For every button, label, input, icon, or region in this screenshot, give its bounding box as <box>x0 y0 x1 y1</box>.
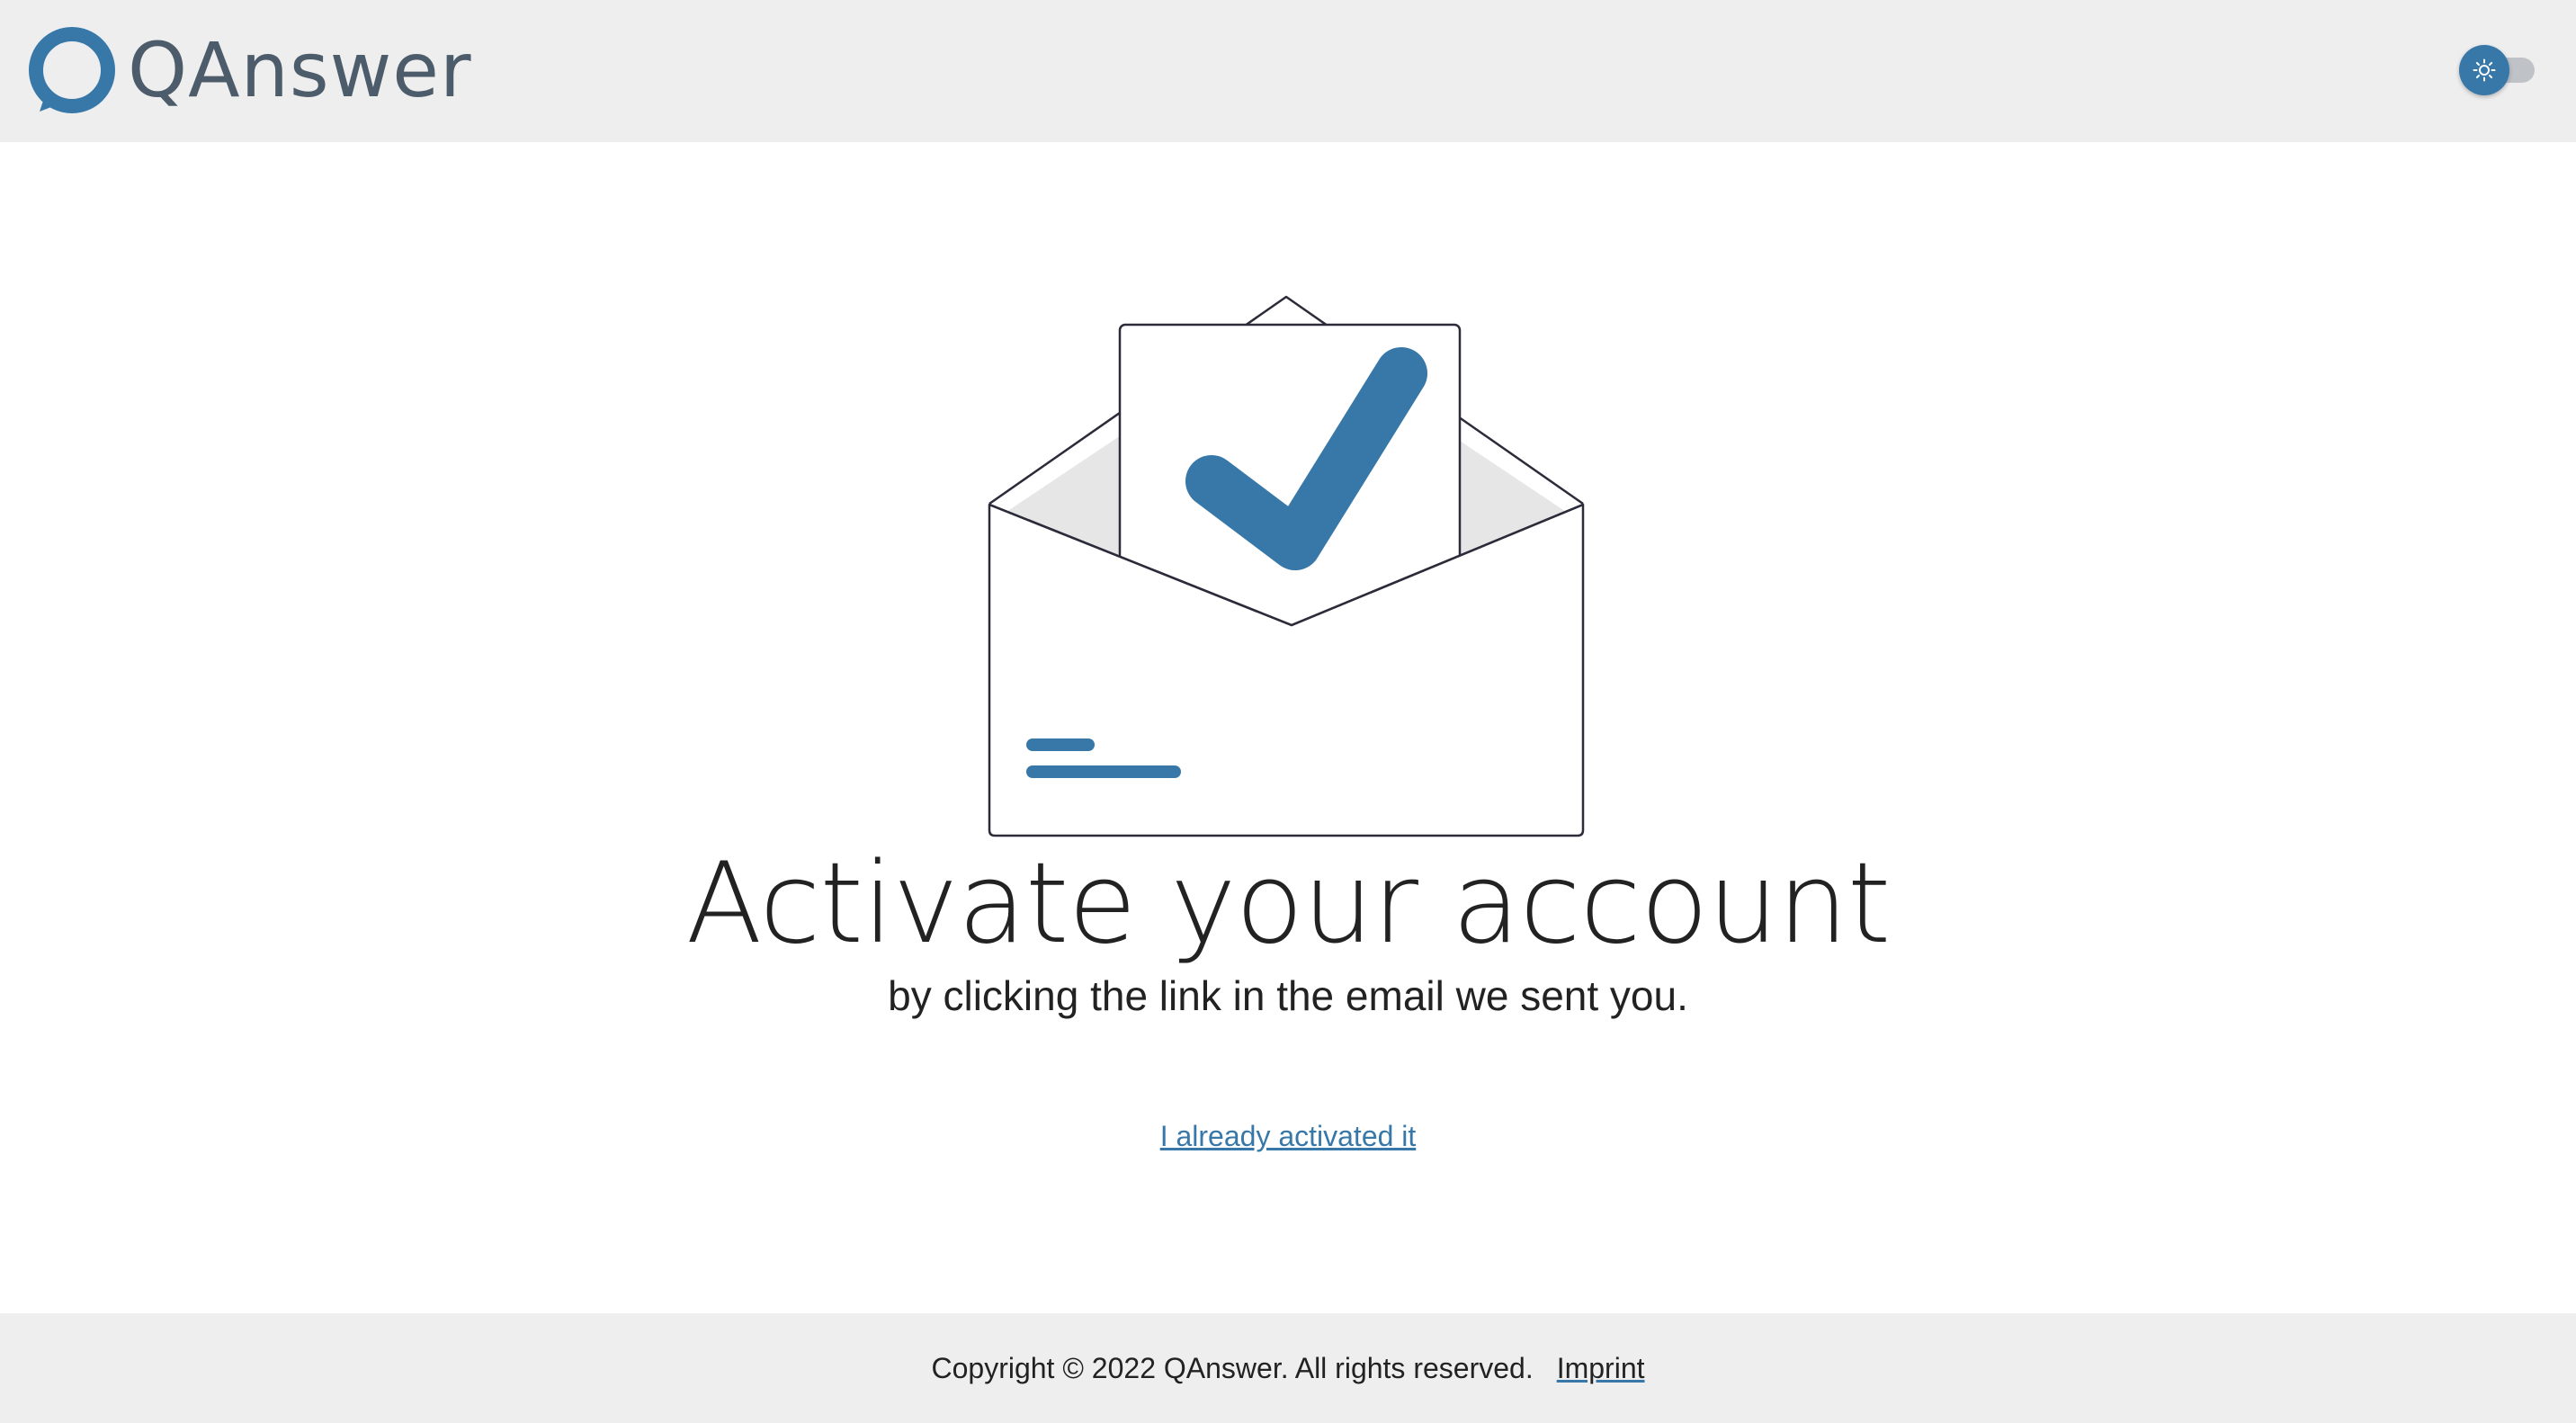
already-activated-link[interactable]: I already activated it <box>1160 1120 1417 1152</box>
footer: Copyright © 2022 QAnswer. All rights res… <box>0 1313 2576 1423</box>
activated-link-container: I already activated it <box>0 1114 2576 1159</box>
page-title: Activate your account <box>685 839 1892 969</box>
envelope-checkmark-icon <box>988 295 1585 837</box>
logo-text: QAnswer <box>128 26 472 114</box>
imprint-link[interactable]: Imprint <box>1557 1352 1645 1385</box>
theme-toggle[interactable] <box>2459 45 2535 95</box>
header-bar: QAnswer <box>0 0 2576 142</box>
logo[interactable]: QAnswer <box>27 25 472 115</box>
copyright-text: Copyright © 2022 QAnswer. All rights res… <box>931 1351 1534 1384</box>
toggle-knob <box>2459 45 2509 95</box>
logo-q-icon <box>29 27 115 113</box>
sun-icon <box>2473 58 2496 82</box>
page-subtitle: by clicking the link in the email we sen… <box>888 972 1688 1019</box>
